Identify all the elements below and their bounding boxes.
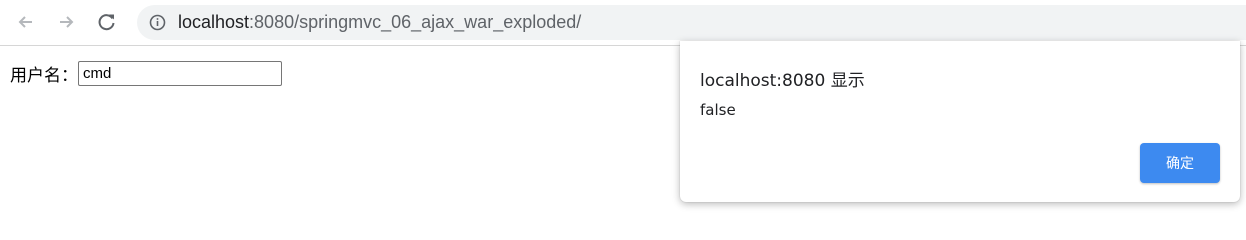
address-bar[interactable]: localhost:8080/springmvc_06_ajax_war_exp…	[137, 5, 1246, 40]
reload-icon	[98, 14, 115, 31]
forward-button[interactable]	[52, 8, 80, 36]
dialog-message: false	[700, 101, 736, 119]
ok-button[interactable]: 确定	[1140, 143, 1220, 183]
username-input[interactable]	[78, 60, 282, 86]
info-icon[interactable]	[149, 14, 166, 31]
back-button[interactable]	[12, 8, 40, 36]
username-row: 用户名：	[10, 60, 282, 86]
url-text: localhost:8080/springmvc_06_ajax_war_exp…	[178, 12, 581, 33]
url-host: localhost	[178, 12, 250, 32]
dialog-title: localhost:8080 显示	[700, 71, 865, 91]
forward-arrow-icon	[60, 16, 74, 28]
username-label: 用户名：	[10, 65, 78, 86]
reload-button[interactable]	[93, 8, 121, 36]
url-path: :8080/springmvc_06_ajax_war_exploded/	[249, 12, 582, 32]
back-arrow-icon	[18, 16, 32, 28]
browser-toolbar: localhost:8080/springmvc_06_ajax_war_exp…	[0, 0, 1246, 46]
alert-dialog: localhost:8080 显示 false 确定	[680, 41, 1240, 202]
